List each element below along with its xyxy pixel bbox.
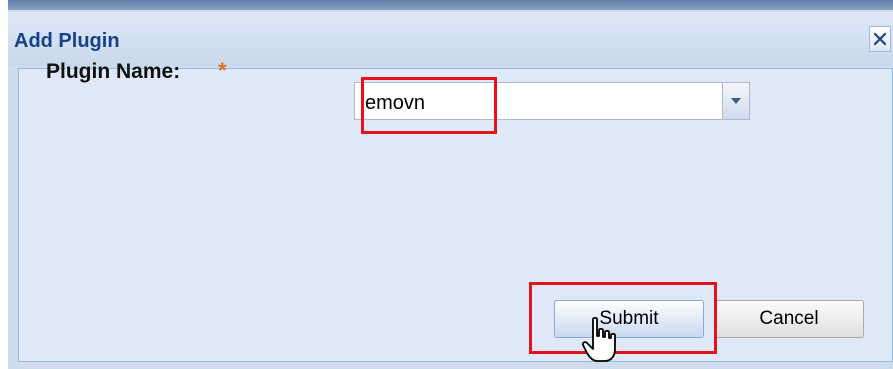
plugin-name-value: emovn [365, 92, 426, 114]
submit-button[interactable]: Submit [554, 300, 704, 338]
close-button[interactable] [869, 26, 891, 52]
cancel-button[interactable]: Cancel [714, 300, 864, 338]
dialog-title: Add Plugin [14, 30, 120, 52]
chevron-down-icon [731, 98, 741, 104]
close-icon [873, 32, 887, 46]
plugin-name-dropdown-button[interactable] [722, 83, 749, 119]
dialog-title-bar: Add Plugin [8, 12, 893, 66]
required-marker: * [218, 58, 227, 83]
plugin-name-label: Plugin Name: [46, 60, 181, 83]
hand-pointer-icon [581, 316, 616, 362]
cancel-button-label: Cancel [759, 308, 819, 329]
plugin-name-combobox[interactable]: emovn [354, 82, 750, 120]
